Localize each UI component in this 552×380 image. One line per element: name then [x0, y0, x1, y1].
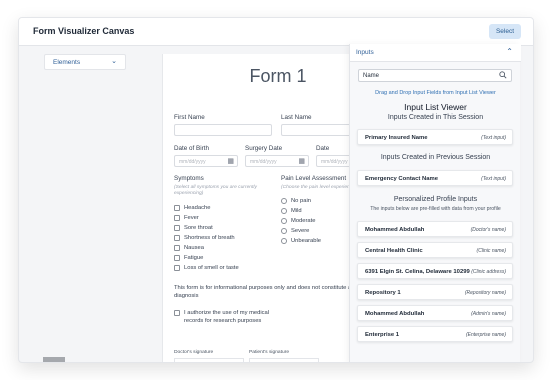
pain-option: Severe — [291, 228, 310, 234]
symptom-option: Nausea — [184, 245, 204, 251]
symptom-option: Fatigue — [184, 255, 204, 261]
symptom-checkbox[interactable] — [174, 245, 180, 251]
search-value: Name — [363, 73, 380, 79]
inputs-panel: Inputs ⌃ Name Drag and Drop Input Fields… — [349, 44, 521, 362]
input-list-item[interactable]: Emergency Contact Name (Text input) — [357, 170, 513, 186]
pain-radio[interactable] — [281, 218, 287, 224]
pain-radio[interactable] — [281, 238, 287, 244]
profile-inputs-title: Personalized Profile Inputs — [393, 196, 478, 203]
calendar-icon[interactable]: ▦ — [227, 157, 234, 165]
form-canvas[interactable]: Form 1 First Name Last Name Date of Birt… — [162, 54, 363, 363]
previous-session-title: Inputs Created in Previous Session — [380, 154, 491, 161]
calendar-icon[interactable]: ▦ — [298, 157, 305, 165]
pain-option: Moderate — [291, 218, 316, 224]
surgery-date-input[interactable]: mm/dd/yyyy ▦ — [245, 155, 309, 167]
search-input[interactable]: Name — [358, 69, 512, 82]
pain-radio[interactable] — [281, 228, 287, 234]
inputs-panel-header[interactable]: Inputs ⌃ — [350, 44, 521, 62]
input-name: Enterprise 1 — [365, 332, 400, 338]
symptoms-hint: (Select all symptoms you are currently e… — [174, 185, 257, 196]
session-title: Inputs Created in This Session — [387, 114, 484, 121]
input-name: Repository 1 — [365, 290, 401, 296]
first-name-label: First Name — [174, 114, 205, 121]
input-list-item[interactable]: Central Health Clinic (Clinic name) — [357, 242, 513, 258]
surgery-date-placeholder: mm/dd/yyyy — [250, 159, 277, 165]
symptom-option: Sore throat — [184, 225, 213, 231]
pain-option: Unbearable — [291, 238, 321, 244]
symptom-checkbox[interactable] — [174, 265, 180, 271]
input-name: Mohammed Abdullah — [365, 227, 425, 233]
input-name: Primary Insured Name — [365, 135, 428, 141]
inputs-panel-title: Inputs — [356, 49, 374, 56]
input-name: Central Health Clinic — [365, 248, 423, 254]
symptom-checkbox[interactable] — [174, 205, 180, 211]
app-title: Form Visualizer Canvas — [33, 26, 135, 36]
drag-drop-hint: Drag and Drop Input Fields from Input Li… — [375, 90, 496, 96]
scrollbar-thumb[interactable] — [43, 357, 65, 362]
input-list-item[interactable]: Primary Insured Name (Text input) — [357, 129, 513, 145]
profile-inputs-hint: The inputs below are pre-filled with dat… — [370, 206, 501, 212]
symptom-checkbox[interactable] — [174, 235, 180, 241]
dob-placeholder: mm/dd/yyyy — [179, 159, 206, 165]
input-type: (Text input) — [481, 176, 506, 182]
input-list-item[interactable]: Enterprise 1 (Enterprise name) — [357, 326, 513, 342]
input-list-item[interactable]: 6391 Elgin St. Celina, Delaware 10299 (C… — [357, 263, 513, 279]
app-window: Form Visualizer Canvas Select Elements ⌄… — [18, 17, 534, 363]
doctor-signature-box[interactable] — [174, 358, 245, 363]
doctor-signature-label: Doctor's signature — [174, 350, 214, 355]
consent-checkbox[interactable] — [174, 310, 180, 316]
symptom-checkbox[interactable] — [174, 255, 180, 261]
input-name: Mohammed Abdullah — [365, 311, 425, 317]
first-name-input[interactable] — [174, 124, 272, 136]
symptom-checkbox[interactable] — [174, 215, 180, 221]
surgery-date-label: Surgery Date — [245, 145, 283, 152]
signature-pen-icon — [250, 359, 320, 363]
input-type: (Clinic name) — [476, 248, 506, 254]
chevron-up-icon[interactable]: ⌃ — [506, 47, 513, 56]
input-list-item[interactable]: Mohammed Abdullah (Doctor's name) — [357, 221, 513, 237]
input-type: (Clinic address) — [471, 269, 506, 275]
pain-radio[interactable] — [281, 208, 287, 214]
elements-dropdown[interactable]: Elements ⌄ — [44, 54, 126, 70]
symptom-option: Shortness of breath — [184, 235, 235, 241]
disclaimer-text: This form is for informational purposes … — [174, 285, 352, 299]
date-label: Date — [316, 145, 330, 152]
dob-input[interactable]: mm/dd/yyyy ▦ — [174, 155, 238, 167]
patient-signature-label: Patient's signature — [249, 350, 290, 355]
input-type: (Doctor's name) — [470, 227, 506, 233]
pain-radio[interactable] — [281, 198, 287, 204]
input-list-viewer-title: Input List Viewer — [404, 102, 467, 112]
search-icon[interactable] — [499, 71, 507, 79]
last-name-label: Last Name — [281, 114, 312, 121]
pain-level-label: Pain Level Assessment — [281, 175, 347, 182]
input-type: (Admin's name) — [471, 311, 506, 317]
symptoms-label: Symptoms — [174, 175, 204, 182]
input-list-item[interactable]: Mohammed Abdullah (Admin's name) — [357, 305, 513, 321]
date-placeholder: mm/dd/yyyy — [321, 159, 348, 165]
dob-label: Date of Birth — [174, 145, 209, 152]
symptom-checkbox[interactable] — [174, 225, 180, 231]
input-type: (Enterprise name) — [465, 332, 506, 338]
pain-level-hint: (Choose the pain level experienced) — [281, 185, 360, 190]
input-type: (Text input) — [481, 135, 506, 141]
chevron-down-icon: ⌄ — [111, 58, 117, 65]
symptom-option: Loss of smell or taste — [184, 265, 239, 271]
symptom-option: Headache — [184, 205, 211, 211]
input-name: 6391 Elgin St. Celina, Delaware 10299 — [365, 269, 470, 275]
elements-dropdown-label: Elements — [53, 59, 81, 66]
select-button[interactable]: Select — [489, 24, 521, 39]
input-list-item[interactable]: Repository 1 (Repository name) — [357, 284, 513, 300]
pain-option: Mild — [291, 208, 302, 214]
input-name: Emergency Contact Name — [365, 176, 439, 182]
patient-signature-box[interactable] — [249, 358, 320, 363]
consent-text: I authorize the use of my medical record… — [184, 310, 270, 324]
top-bar: Form Visualizer Canvas Select — [19, 18, 533, 46]
signature-image — [175, 359, 245, 363]
input-type: (Repository name) — [464, 290, 506, 296]
symptom-option: Fever — [184, 215, 199, 221]
pain-option: No pain — [291, 198, 311, 204]
